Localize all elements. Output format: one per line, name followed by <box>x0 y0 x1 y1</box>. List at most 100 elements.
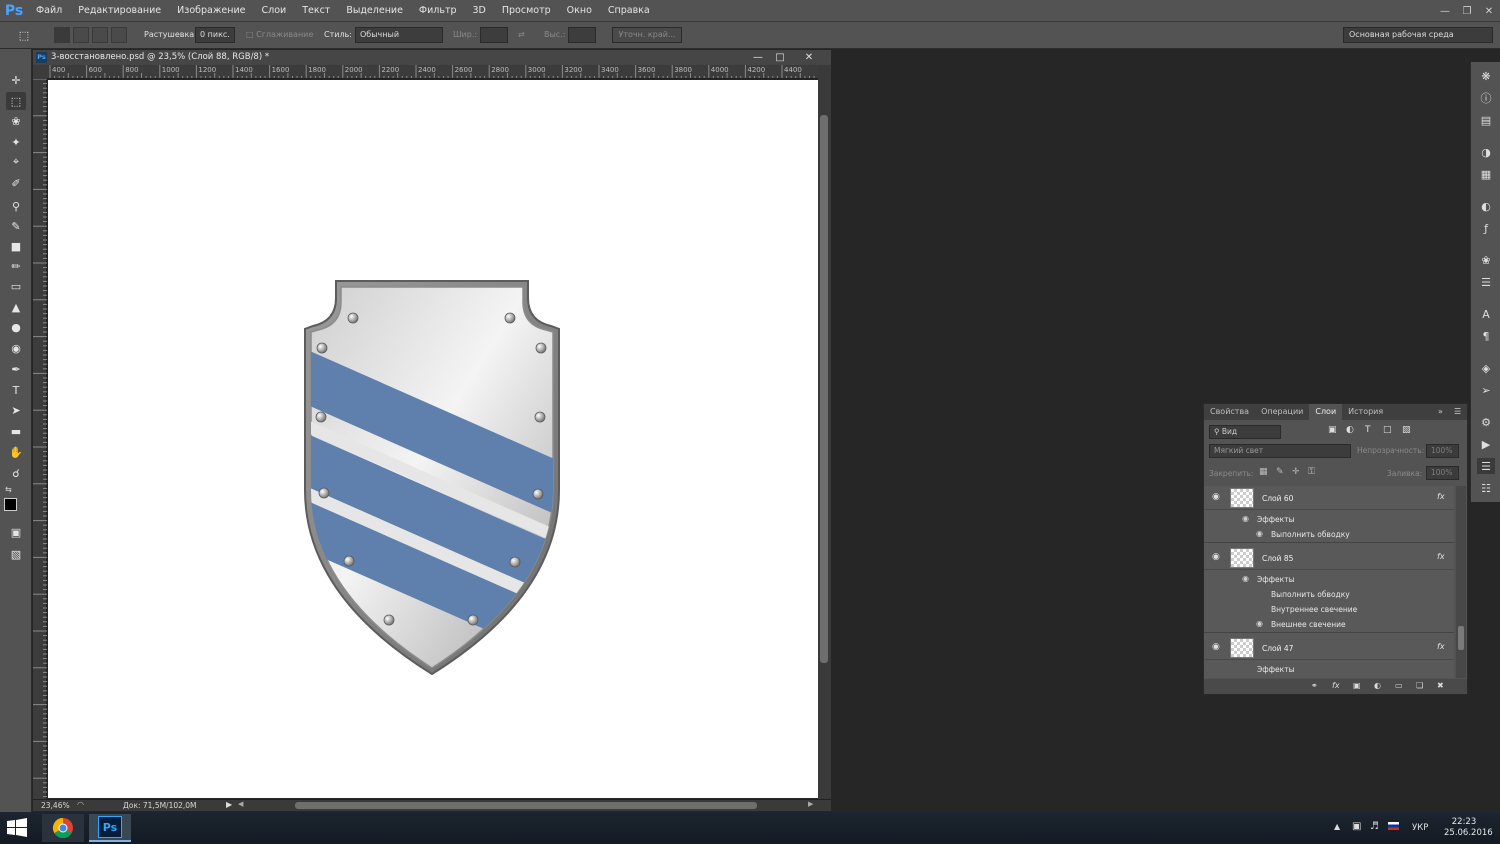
fill-input[interactable]: 100% <box>1426 466 1459 480</box>
collapse-panel-icon[interactable]: » <box>1438 407 1443 416</box>
character-icon[interactable]: A <box>1477 306 1495 322</box>
vertical-scroll-thumb[interactable] <box>820 115 828 663</box>
crop-tool-icon[interactable]: ⌖ <box>6 153 26 171</box>
filter-shape-icon[interactable]: □ <box>1383 425 1392 435</box>
scroll-left-icon[interactable]: ◀ <box>238 800 243 808</box>
styles-icon[interactable]: ƒ <box>1477 220 1495 236</box>
navigator-icon[interactable]: ❋ <box>1477 68 1495 84</box>
style-select[interactable]: Обычный <box>355 27 443 43</box>
doc-maximize-icon[interactable]: □ <box>769 50 791 65</box>
type-tool-icon[interactable]: T <box>6 381 26 399</box>
menu-item-help[interactable]: Справка <box>600 0 658 22</box>
filter-pixel-icon[interactable]: ▣ <box>1328 425 1337 435</box>
visibility-eye-icon[interactable]: ◉ <box>1212 492 1224 502</box>
rectangle-tool-icon[interactable]: ▬ <box>6 422 26 440</box>
lasso-tool-icon[interactable]: ❀ <box>6 112 26 130</box>
delete-layer-icon[interactable]: ✖ <box>1437 681 1444 690</box>
brush-tool-icon[interactable]: ✎ <box>6 217 26 235</box>
brush-presets-icon[interactable]: ❀ <box>1477 252 1495 268</box>
add-selection-button[interactable] <box>73 27 89 43</box>
menu-item-3d[interactable]: 3D <box>465 0 494 22</box>
tab-actions[interactable]: Операции <box>1255 404 1309 420</box>
chrome-taskbar-icon[interactable] <box>42 814 84 842</box>
scroll-right-icon[interactable]: ▶ <box>808 800 813 808</box>
panel-menu-icon[interactable]: ☰ <box>1454 407 1461 416</box>
effect-eye-icon[interactable]: ◉ <box>1256 529 1263 538</box>
effects-label[interactable]: Эффекты <box>1257 515 1295 524</box>
effect-item[interactable]: Выполнить обводку <box>1271 530 1350 539</box>
layer-row[interactable]: ◉ Слой 85 fx <box>1204 546 1454 570</box>
lock-all-icon[interactable]: ⚿ <box>1308 467 1315 477</box>
actions-icon[interactable]: ▶ <box>1477 436 1495 452</box>
quick-mask-icon[interactable]: ▣ <box>6 523 26 541</box>
workspace-select[interactable]: Основная рабочая среда <box>1343 27 1493 43</box>
clock[interactable]: 22:23 25.06.2016 <box>1444 817 1493 839</box>
healing-brush-tool-icon[interactable]: ⚲ <box>6 197 26 215</box>
layer-name[interactable]: Слой 47 <box>1262 644 1293 653</box>
add-mask-icon[interactable]: ▣ <box>1353 681 1361 690</box>
photoshop-taskbar-icon[interactable]: Ps <box>89 814 131 842</box>
document-tab[interactable]: Ps 3-восстановлено.psd @ 23,5% (Слой 88,… <box>33 50 831 65</box>
info-icon[interactable]: ⓘ <box>1477 90 1495 106</box>
network-icon[interactable]: ▣ <box>1352 821 1361 832</box>
adjustments-icon[interactable]: ◐ <box>1477 198 1495 214</box>
horizontal-scroll-thumb[interactable] <box>295 802 757 809</box>
menu-item-file[interactable]: Файл <box>28 0 70 22</box>
width-input[interactable] <box>480 27 508 43</box>
menu-item-type[interactable]: Текст <box>294 0 338 22</box>
height-input[interactable] <box>568 27 596 43</box>
minimize-icon[interactable]: — <box>1434 0 1456 22</box>
effect-item[interactable]: Внешнее свечение <box>1271 620 1346 629</box>
eyedropper-tool-icon[interactable]: ✐ <box>6 174 26 192</box>
marquee-tool-icon[interactable]: ⬚ <box>6 92 26 110</box>
status-menu-arrow-icon[interactable]: ▶ <box>226 800 232 809</box>
swatches-icon[interactable]: ▦ <box>1477 166 1495 182</box>
quick-select-tool-icon[interactable]: ✦ <box>6 133 26 151</box>
menu-item-edit[interactable]: Редактирование <box>70 0 169 22</box>
effect-item[interactable]: Внутреннее свечение <box>1271 605 1357 614</box>
paragraph-icon[interactable]: ¶ <box>1477 328 1495 344</box>
link-layers-icon[interactable]: ⚭ <box>1311 681 1318 690</box>
layer-fx-icon[interactable]: fx <box>1437 492 1445 501</box>
paths-icon[interactable]: ➢ <box>1477 382 1495 398</box>
foreground-color-swatch[interactable] <box>4 498 17 511</box>
dodge-tool-icon[interactable]: ◉ <box>6 339 26 357</box>
close-icon[interactable]: ✕ <box>1478 0 1500 22</box>
layers-icon[interactable]: ☰ <box>1477 458 1495 474</box>
hand-tool-icon[interactable]: ✋ <box>6 443 26 461</box>
layer-name[interactable]: Слой 60 <box>1262 494 1293 503</box>
stamp-tool-icon[interactable]: ■ <box>6 237 26 255</box>
menu-item-select[interactable]: Выделение <box>338 0 411 22</box>
move-tool-icon[interactable]: ✛ <box>6 71 26 89</box>
layer-row[interactable]: ◉ Слой 47 fx <box>1204 636 1454 660</box>
menu-item-filter[interactable]: Фильтр <box>411 0 465 22</box>
zoom-tool-icon[interactable]: ☌ <box>6 464 26 482</box>
swap-icon[interactable]: ⇄ <box>518 30 525 39</box>
keyboard-language[interactable]: УКР <box>1412 823 1428 833</box>
volume-icon[interactable]: ♬ <box>1370 821 1379 832</box>
filter-adjustment-icon[interactable]: ◐ <box>1346 425 1354 435</box>
paint-bucket-tool-icon[interactable]: ▲ <box>6 298 26 316</box>
visibility-eye-icon[interactable]: ◉ <box>1212 552 1224 562</box>
lock-transparent-icon[interactable]: ▦ <box>1259 467 1268 477</box>
intersect-selection-button[interactable] <box>111 27 127 43</box>
refine-edge-button[interactable]: Уточн. край... <box>612 27 682 43</box>
visibility-eye-icon[interactable]: ◉ <box>1212 642 1224 652</box>
effects-label[interactable]: Эффекты <box>1257 575 1295 584</box>
blend-mode-select[interactable]: Мягкий свет <box>1209 444 1351 458</box>
vertical-scrollbar[interactable] <box>818 65 831 799</box>
blur-tool-icon[interactable]: ● <box>6 318 26 336</box>
menu-item-view[interactable]: Просмотр <box>494 0 559 22</box>
pen-tool-icon[interactable]: ✒ <box>6 360 26 378</box>
eraser-tool-icon[interactable]: ▭ <box>6 277 26 295</box>
layer-filter-select[interactable]: ⚲ Вид <box>1209 425 1281 439</box>
effect-item[interactable]: Выполнить обводку <box>1271 590 1350 599</box>
tab-layers[interactable]: Слои <box>1309 404 1343 420</box>
path-select-tool-icon[interactable]: ➤ <box>6 401 26 419</box>
layer-list-scrollbar[interactable] <box>1456 486 1466 678</box>
layer-fx-icon[interactable]: fx <box>1437 642 1445 651</box>
canvas[interactable] <box>48 80 818 798</box>
channels-icon[interactable]: ☷ <box>1477 480 1495 496</box>
3d-icon[interactable]: ◈ <box>1477 360 1495 376</box>
screen-mode-icon[interactable]: ▧ <box>6 545 26 563</box>
